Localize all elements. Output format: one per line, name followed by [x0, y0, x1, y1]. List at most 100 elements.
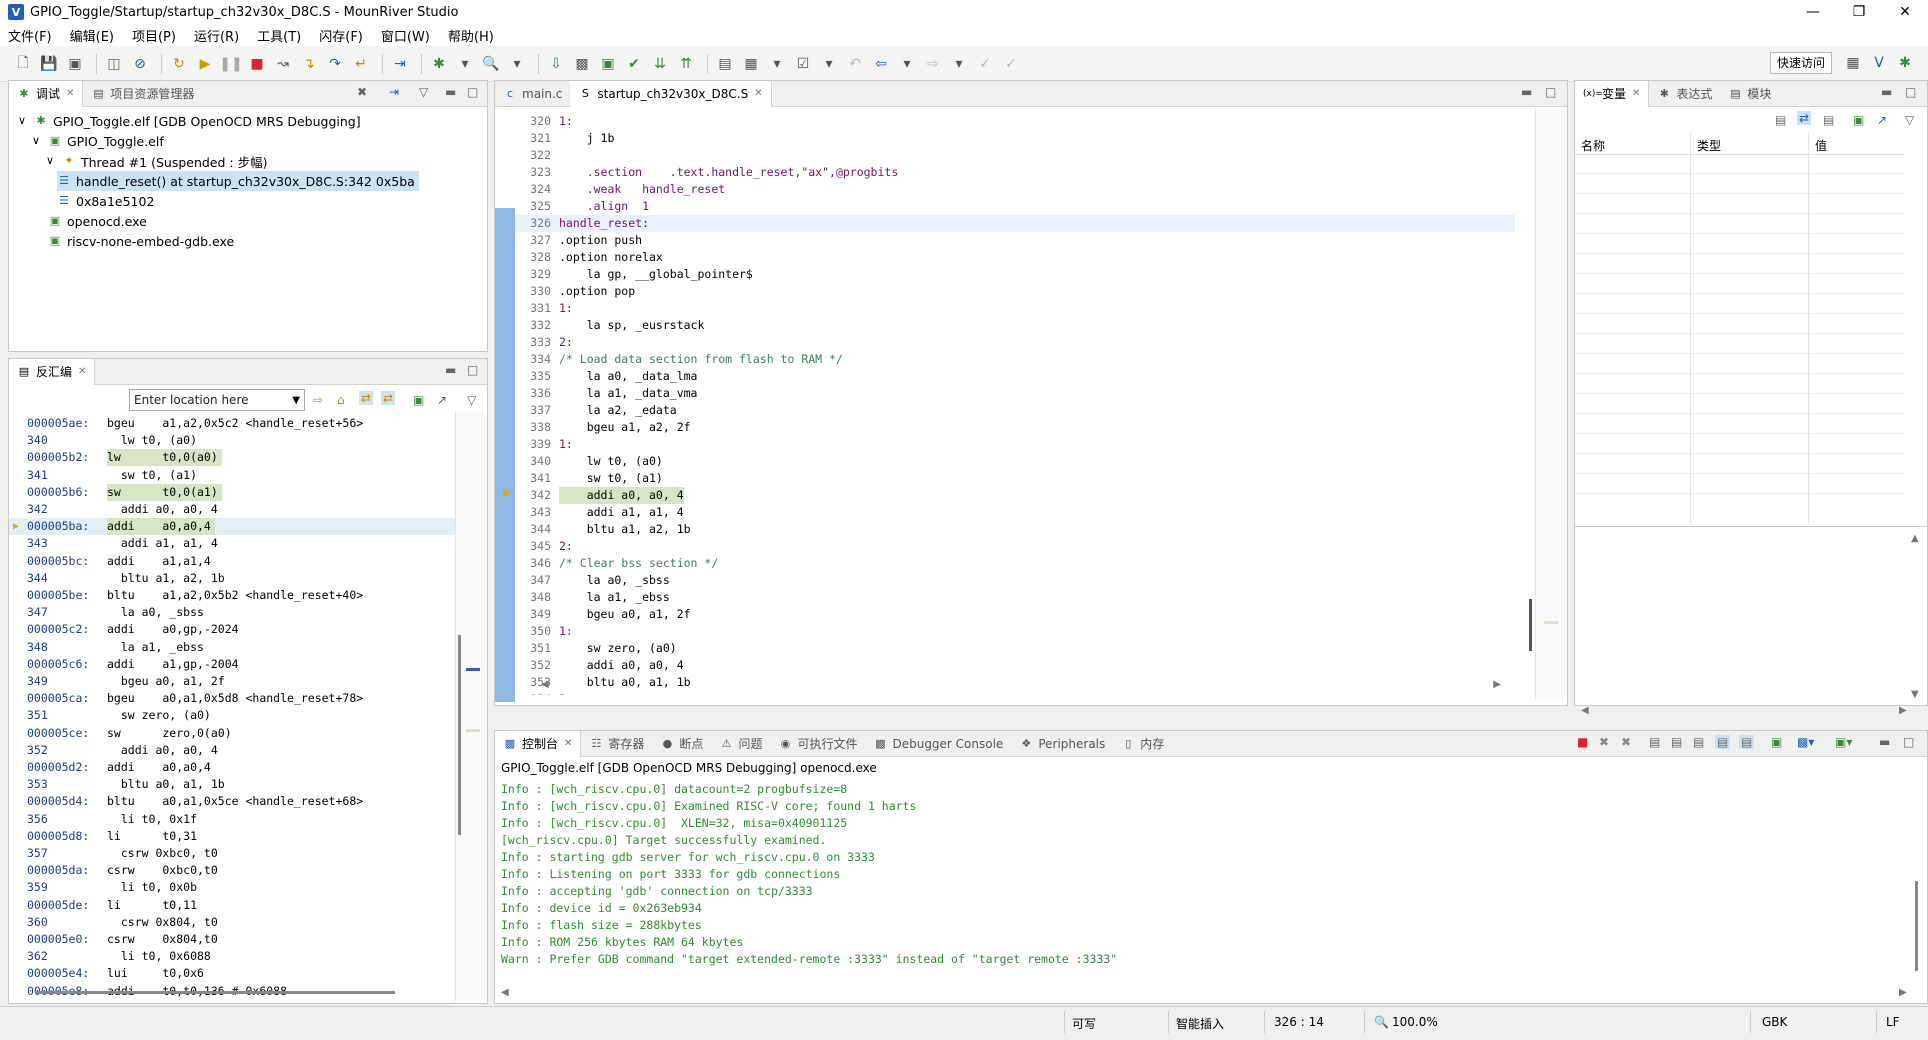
code-line[interactable]: addi a0, a0, 4 — [559, 657, 684, 674]
new-view-icon[interactable]: ▣ — [1853, 113, 1864, 127]
menu-window[interactable]: 窗口(W) — [381, 26, 430, 45]
disassembly-line[interactable]: 000005ca: bgeu a0,a1,0x5d8 <handle_reset+… — [9, 690, 455, 707]
terminate-icon[interactable]: ■ — [1577, 735, 1588, 749]
disconnect-icon[interactable]: ↝ — [272, 53, 294, 75]
column-type[interactable]: 类型 — [1697, 137, 1721, 154]
maximize-view-icon[interactable]: □ — [1905, 85, 1916, 99]
code-line[interactable]: .align 1 — [559, 198, 649, 215]
step-over-icon[interactable]: ↷ — [324, 53, 346, 75]
code-line[interactable]: la a1, _data_vma — [559, 385, 698, 402]
code-line[interactable]: .option push — [559, 232, 642, 249]
download-icon[interactable]: ⇩ — [545, 53, 567, 75]
location-input[interactable]: Enter location here ▼ — [129, 389, 305, 411]
vertical-scrollbar[interactable] — [1915, 881, 1918, 971]
word-wrap-icon[interactable]: ▤ — [1693, 735, 1704, 749]
code-editor[interactable]: 320 1: 321 j 1b 322 323 .section .text.handl… — [515, 109, 1515, 695]
code-line[interactable]: la a0, _sbss — [559, 572, 670, 589]
close-icon[interactable]: ✕ — [754, 88, 762, 99]
tab-breakpoints[interactable]: ● 断点 — [652, 731, 711, 757]
menu-file[interactable]: 文件(F) — [8, 26, 52, 45]
quick-access-button[interactable]: 快速访问 — [1770, 52, 1833, 74]
code-line[interactable]: addi a1, a1, 4 — [559, 504, 684, 521]
back-icon[interactable]: ⇦ — [870, 53, 892, 75]
code-line[interactable]: addi a0, a0, 4 — [559, 487, 684, 504]
task-icon[interactable]: ☑ — [792, 53, 814, 75]
debug-tree-item[interactable]: ∨ ✦ Thread #1 (Suspended : 步幅) — [43, 151, 268, 171]
dropdown-arrow-icon[interactable]: ▾ — [818, 53, 840, 75]
menu-flash[interactable]: 闪存(F) — [319, 26, 363, 45]
horizontal-scrollbar[interactable] — [35, 991, 395, 994]
menu-tools[interactable]: 工具(T) — [257, 26, 301, 45]
code-line[interactable]: j 1b — [559, 130, 615, 147]
pin-view-icon[interactable]: ↗ — [1877, 113, 1887, 127]
pin-icon[interactable]: ✓ — [974, 53, 996, 75]
code-line[interactable]: 2: — [559, 538, 573, 555]
disassembly-line[interactable]: 360 csrw 0x804, t0 — [9, 914, 455, 931]
pin-view-icon[interactable]: ↗ — [437, 393, 447, 407]
code-line[interactable]: sw t0, (a1) — [559, 470, 663, 487]
code-line[interactable]: 1: — [559, 113, 573, 130]
new-view-icon[interactable]: ▣ — [413, 393, 424, 407]
vertical-scrollbar[interactable] — [1529, 599, 1532, 651]
code-line[interactable]: la a1, _ebss — [559, 589, 670, 606]
restart-icon[interactable]: ↻ — [168, 53, 190, 75]
disassembly-line[interactable]: 000005b6: sw t0,0(a1) — [9, 483, 455, 501]
view-menu-icon[interactable]: ▽ — [419, 85, 428, 99]
disassembly-line[interactable]: 349 bgeu a0, a1, 2f — [9, 673, 455, 690]
code-line[interactable]: bgeu a0, a1, 2f — [559, 606, 691, 623]
dropdown-arrow-icon[interactable]: ▾ — [766, 53, 788, 75]
minimize-view-icon[interactable]: ▬ — [1879, 735, 1890, 749]
disassembly-line[interactable]: 000005c6: addi a1,gp,-2004 — [9, 656, 455, 673]
code-line[interactable]: la a2, _edata — [559, 402, 677, 419]
disassembly-line[interactable]: 000005d2: addi a0,a0,4 — [9, 759, 455, 776]
view-menu-icon[interactable]: ▽ — [1905, 113, 1914, 127]
close-button[interactable]: ✕ — [1882, 0, 1928, 24]
build-all-icon[interactable]: ◫ — [103, 53, 125, 75]
disassembly-line[interactable]: 000005e0: csrw 0x804,t0 — [9, 931, 455, 948]
disassembly-line[interactable]: 341 sw t0, (a1) — [9, 467, 455, 484]
show-on-stdout-icon[interactable]: ▤ — [1715, 735, 1731, 749]
prev-annotation-icon[interactable]: ⇈ — [675, 53, 697, 75]
chevron-down-icon[interactable]: ▼ — [292, 395, 300, 406]
show-source-icon[interactable]: ⇄ — [381, 391, 396, 405]
tab-executables[interactable]: ◉ 可执行文件 — [770, 731, 865, 757]
disassembly-line[interactable]: 343 addi a1, a1, 4 — [9, 535, 455, 552]
line-ending-status[interactable]: LF — [1886, 1015, 1900, 1029]
code-line[interactable]: /* Clear bss section */ — [559, 555, 718, 572]
scroll-left-icon[interactable]: ◀ — [1581, 705, 1589, 716]
details-pane-divider[interactable] — [1575, 526, 1928, 527]
skip-breakpoints-icon[interactable]: ⊘ — [129, 53, 151, 75]
disassembly-line[interactable]: 000005c2: addi a0,gp,-2024 — [9, 621, 455, 638]
disassembly-line[interactable]: 344 bltu a1, a2, 1b — [9, 570, 455, 587]
tab-project-explorer[interactable]: ▤ 项目资源管理器 — [83, 81, 202, 107]
new-icon[interactable]: 🗋 — [12, 53, 34, 75]
debug-tree-item[interactable]: ▣ riscv-none-embed-gdb.exe — [29, 231, 234, 251]
dropdown-arrow-icon[interactable]: ▾ — [948, 53, 970, 75]
remove-terminated-icon[interactable]: ✖ — [357, 85, 367, 99]
code-line[interactable]: /* Load data section from flash to RAM *… — [559, 351, 843, 368]
disassembly-line[interactable]: 000005ce: sw zero,0(a0) — [9, 725, 455, 742]
tab-variables[interactable]: (x)= 变量 ✕ — [1575, 80, 1650, 107]
code-line[interactable]: .section .text.handle_reset,"ax",@progbi… — [559, 164, 899, 181]
dropdown-arrow-icon[interactable]: ▾ — [506, 53, 528, 75]
minimize-button[interactable]: — — [1790, 0, 1836, 24]
disassembly-line[interactable]: 357 csrw 0xbc0, t0 — [9, 845, 455, 862]
close-icon[interactable]: ✕ — [66, 88, 74, 99]
zoom-level[interactable]: 100.0% — [1392, 1015, 1438, 1029]
scroll-right-icon[interactable]: ▶ — [1493, 679, 1501, 690]
menu-help[interactable]: 帮助(H) — [448, 26, 494, 45]
tab-disassembly[interactable]: ▤ 反汇编 ✕ — [9, 358, 96, 385]
menu-project[interactable]: 项目(P) — [132, 26, 176, 45]
clear-console-icon[interactable]: ▤ — [1649, 735, 1660, 749]
scroll-left-icon[interactable]: ◀ — [541, 679, 549, 690]
tab-peripherals[interactable]: ❖ Peripherals — [1011, 731, 1113, 757]
code-line[interactable]: la gp, __global_pointer$ — [559, 266, 753, 283]
code-line[interactable]: 2: — [559, 334, 573, 351]
display-console-icon[interactable]: ▩▾ — [1797, 735, 1814, 749]
code-line[interactable]: .option norelax — [559, 249, 663, 266]
tab-problems[interactable]: ⚠ 问题 — [711, 731, 770, 757]
erase-icon[interactable]: ▣ — [597, 53, 619, 75]
debug-icon[interactable]: ✱ — [428, 53, 450, 75]
debug-tree-item[interactable]: ▣ openocd.exe — [29, 211, 147, 231]
minimize-view-icon[interactable]: ▬ — [445, 85, 456, 99]
